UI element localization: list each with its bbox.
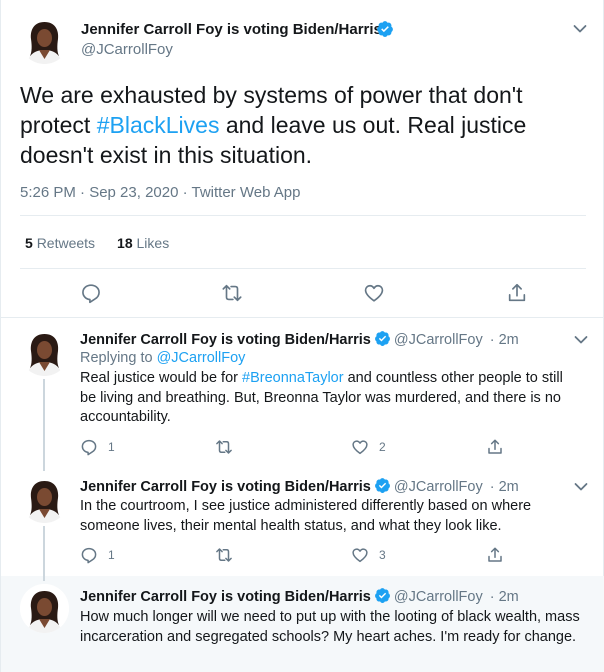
reply-header: Jennifer Carroll Foy is voting Biden/Har… bbox=[80, 587, 519, 605]
reply-tweet[interactable]: Jennifer Carroll Foy is voting Biden/Har… bbox=[1, 461, 604, 576]
main-tweet: Jennifer Carroll Foy is voting Biden/Har… bbox=[1, 0, 604, 318]
reply-tweet[interactable]: Jennifer Carroll Foy is voting Biden/Har… bbox=[1, 576, 604, 672]
share-icon bbox=[488, 439, 502, 454]
author-handle[interactable]: @JCarrollFoy bbox=[394, 332, 483, 348]
tweet-thread: Jennifer Carroll Foy is voting Biden/Har… bbox=[0, 0, 604, 672]
share-button[interactable] bbox=[486, 438, 504, 456]
like-count: 3 bbox=[379, 548, 386, 562]
chevron-down-icon[interactable] bbox=[573, 24, 587, 34]
author-name[interactable]: Jennifer Carroll Foy is voting Biden/Har… bbox=[80, 479, 371, 495]
avatar[interactable] bbox=[20, 584, 69, 633]
thread-line bbox=[43, 379, 45, 466]
reply-icon bbox=[81, 547, 97, 564]
like-button[interactable]: 3 bbox=[351, 546, 386, 564]
verified-badge-icon bbox=[374, 331, 390, 346]
reply-button[interactable]: 1 bbox=[80, 438, 115, 456]
reply-time[interactable]: · 2m bbox=[490, 479, 519, 495]
author-handle[interactable]: @JCarrollFoy bbox=[394, 589, 483, 605]
reply-count: 1 bbox=[108, 548, 115, 562]
reply-button[interactable]: 1 bbox=[80, 546, 115, 564]
reply-header: Jennifer Carroll Foy is voting Biden/Har… bbox=[80, 330, 519, 348]
like-icon bbox=[352, 440, 368, 455]
tweet-timestamp[interactable]: 5:26 PM · Sep 23, 2020 · Twitter Web App bbox=[20, 184, 300, 201]
thread-line bbox=[43, 526, 45, 576]
reply-text: In the courtroom, I see justice administ… bbox=[80, 498, 532, 534]
reply-text: How much longer will we need to put up w… bbox=[80, 609, 580, 645]
reply-time[interactable]: · 2m bbox=[490, 589, 519, 605]
share-button[interactable] bbox=[486, 546, 504, 564]
avatar[interactable] bbox=[20, 327, 69, 376]
like-icon[interactable] bbox=[363, 282, 385, 304]
replying-to-link[interactable]: @JCarrollFoy bbox=[157, 350, 246, 366]
divider bbox=[20, 268, 586, 269]
reply-count: 1 bbox=[108, 440, 115, 454]
share-icon[interactable] bbox=[506, 282, 528, 304]
hashtag-link[interactable]: #BreonnaTaylor bbox=[242, 370, 344, 386]
retweet-icon[interactable] bbox=[221, 282, 243, 304]
divider bbox=[20, 215, 586, 216]
thread-line bbox=[43, 576, 45, 581]
thread-line bbox=[43, 461, 45, 471]
reply-icon[interactable] bbox=[80, 282, 102, 304]
verified-badge-icon bbox=[374, 588, 390, 603]
hashtag-link[interactable]: #BlackLives bbox=[97, 112, 220, 138]
tweet-text: We are exhausted by systems of power tha… bbox=[20, 82, 527, 168]
author-handle[interactable]: @JCarrollFoy bbox=[394, 479, 483, 495]
engagement-stats: 5 Retweets 18 Likes bbox=[25, 235, 169, 251]
chevron-down-icon[interactable] bbox=[574, 482, 588, 492]
chevron-down-icon[interactable] bbox=[574, 335, 588, 345]
verified-badge-icon bbox=[377, 21, 393, 37]
retweet-button[interactable] bbox=[215, 546, 243, 564]
reply-time[interactable]: · 2m bbox=[490, 332, 519, 348]
author-name[interactable]: Jennifer Carroll Foy is voting Biden/Har… bbox=[80, 332, 371, 348]
retweet-icon bbox=[216, 548, 232, 562]
author-handle[interactable]: @JCarrollFoy bbox=[81, 41, 173, 58]
like-count: 2 bbox=[379, 440, 386, 454]
reply-icon bbox=[81, 439, 97, 456]
replying-to: Replying to @JCarrollFoy bbox=[80, 350, 246, 366]
likes-stat[interactable]: 18 Likes bbox=[117, 235, 169, 251]
author-name[interactable]: Jennifer Carroll Foy is voting Biden/Har… bbox=[81, 21, 382, 38]
retweet-icon bbox=[216, 440, 232, 454]
reply-header: Jennifer Carroll Foy is voting Biden/Har… bbox=[80, 477, 519, 495]
author-name[interactable]: Jennifer Carroll Foy is voting Biden/Har… bbox=[80, 589, 371, 605]
avatar[interactable] bbox=[20, 474, 69, 523]
reply-text: Real justice would be for #BreonnaTaylor… bbox=[80, 370, 563, 425]
reply-tweet[interactable]: Jennifer Carroll Foy is voting Biden/Har… bbox=[1, 319, 604, 466]
like-button[interactable]: 2 bbox=[351, 438, 386, 456]
retweet-button[interactable] bbox=[215, 438, 243, 456]
verified-badge-icon bbox=[374, 478, 390, 493]
retweets-stat[interactable]: 5 Retweets bbox=[25, 235, 95, 251]
share-icon bbox=[488, 547, 502, 562]
avatar[interactable] bbox=[20, 15, 69, 64]
like-icon bbox=[352, 548, 368, 563]
